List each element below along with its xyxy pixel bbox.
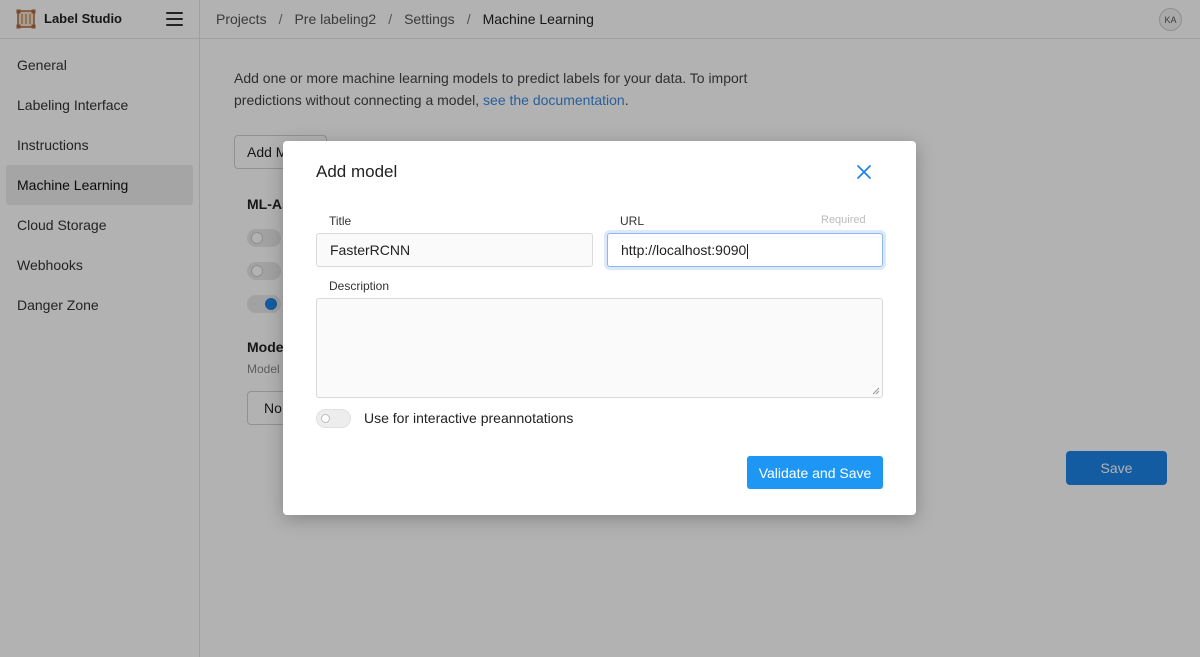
modal-title: Add model bbox=[316, 162, 398, 181]
url-input[interactable]: http://localhost:9090 bbox=[607, 233, 883, 267]
description-textarea[interactable] bbox=[316, 298, 883, 398]
title-field-label: Title bbox=[329, 214, 352, 228]
text-caret bbox=[747, 243, 749, 259]
validate-and-save-button[interactable]: Validate and Save bbox=[747, 456, 883, 489]
url-required-text: Required bbox=[821, 214, 866, 226]
url-input-value: http://localhost:9090 bbox=[621, 242, 747, 258]
resize-handle-icon[interactable] bbox=[872, 387, 880, 395]
url-field-label: URL bbox=[620, 214, 645, 228]
title-input[interactable]: FasterRCNN bbox=[316, 233, 593, 267]
close-icon[interactable] bbox=[855, 163, 873, 181]
interactive-preannotations-label: Use for interactive preannotations bbox=[364, 410, 574, 426]
interactive-preannotations-toggle[interactable] bbox=[316, 409, 351, 428]
description-field-label: Description bbox=[329, 279, 390, 293]
add-model-modal: Add model Title FasterRCNN URL Required … bbox=[283, 141, 916, 515]
